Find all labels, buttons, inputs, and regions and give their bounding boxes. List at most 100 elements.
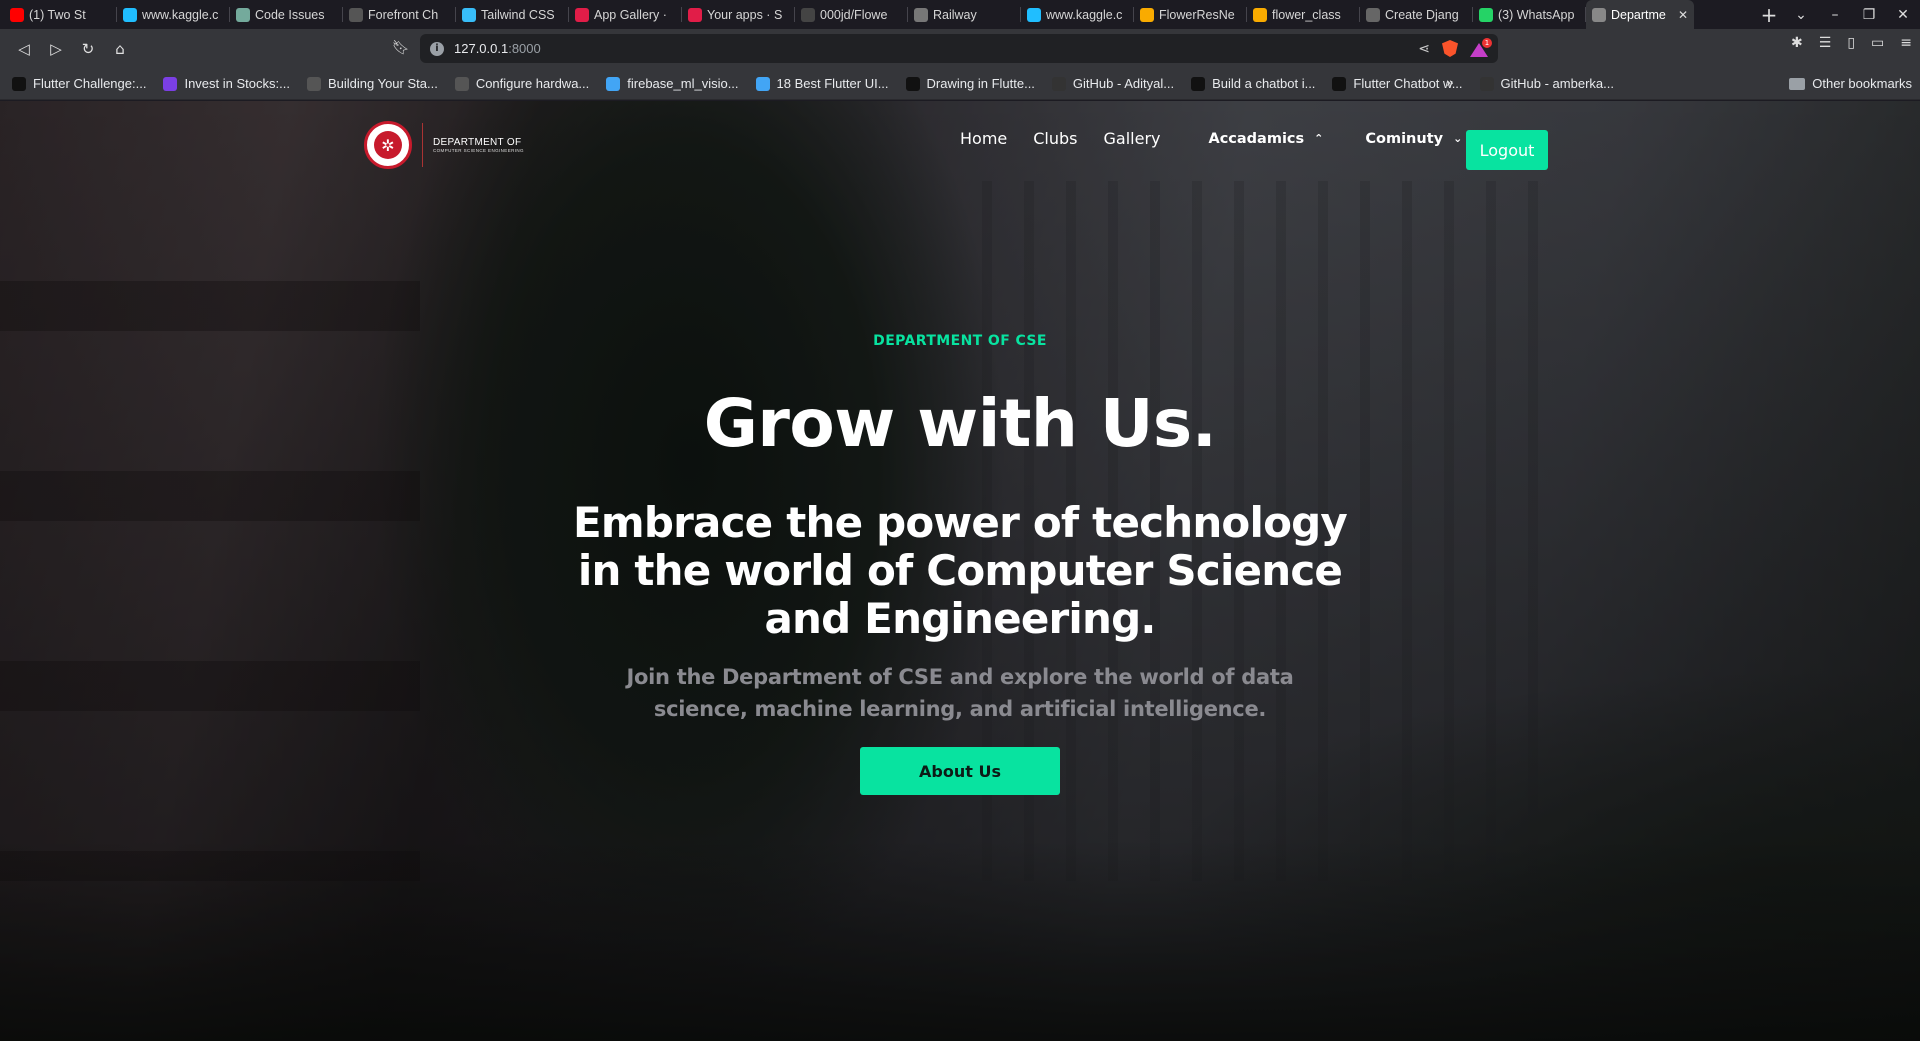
globe-icon <box>306 76 321 91</box>
other-bookmarks[interactable]: Other bookmarks <box>1789 76 1912 91</box>
tab-title: Code Issues <box>255 7 325 22</box>
nav-gallery-link[interactable]: Gallery <box>1104 129 1161 148</box>
browser-tab[interactable]: Code Issues <box>230 0 343 29</box>
bookmark-item[interactable]: Flutter Chatbot w... <box>1332 76 1463 91</box>
logo-text: DEPARTMENT OF COMPUTER SCIENCE ENGINEERI… <box>433 137 524 153</box>
forward-icon[interactable]: ▷ <box>40 33 72 65</box>
site-info-icon[interactable]: i <box>430 41 444 56</box>
forefront-icon <box>349 7 363 22</box>
tab-title: www.kaggle.c <box>1046 7 1123 22</box>
browser-tab[interactable]: www.kaggle.c <box>1021 0 1134 29</box>
reload-icon[interactable]: ↻ <box>72 33 104 65</box>
bookmark-label: Drawing in Flutte... <box>926 76 1035 91</box>
github-icon <box>1479 76 1494 91</box>
browser-tab[interactable]: (3) WhatsApp <box>1473 0 1586 29</box>
chevron-up-icon: ⌃ <box>1314 132 1324 145</box>
extensions-icon[interactable]: ✱ <box>1791 35 1803 51</box>
new-tab-button[interactable]: + <box>1754 0 1784 29</box>
url-text[interactable]: 127.0.0.1:8000 <box>454 41 541 56</box>
browser-tab[interactable]: FlowerResNe <box>1134 0 1247 29</box>
bookmark-item[interactable]: GitHub - amberka... <box>1479 76 1614 91</box>
nav-home-link[interactable]: Home <box>960 129 1007 148</box>
tab-list: (1) Two St www.kaggle.c Code Issues Forefro… <box>0 0 1754 29</box>
tab-title: Tailwind CSS <box>481 7 555 22</box>
bookmark-item[interactable]: firebase_ml_visio... <box>606 76 739 91</box>
hero-description: Join the Department of CSE and explore t… <box>626 665 1294 721</box>
other-bookmarks-label: Other bookmarks <box>1812 76 1912 91</box>
tab-title: Create Djang <box>1385 7 1459 22</box>
nav-community-label: Cominuty <box>1365 130 1444 147</box>
gradient-icon <box>163 76 178 91</box>
bookmark-item[interactable]: 18 Best Flutter UI... <box>755 76 889 91</box>
hero-headline: Grow with Us. <box>703 385 1217 462</box>
bookmark-item[interactable]: Flutter Challenge:... <box>12 76 146 91</box>
folder-icon <box>1789 77 1806 90</box>
sidebar-icon[interactable]: ▯ <box>1847 35 1855 51</box>
video-icon <box>1191 76 1206 91</box>
tab-title: flower_class <box>1272 7 1341 22</box>
more-bookmarks-icon[interactable]: » <box>1446 76 1454 91</box>
logout-button[interactable]: Logout <box>1466 130 1548 170</box>
bookmark-label: Invest in Stocks:... <box>184 76 290 91</box>
colab-icon <box>1253 7 1267 22</box>
main-menu: Home Clubs Gallery Accadamics ⌃ Cominuty… <box>960 129 1462 148</box>
close-window-icon[interactable]: ✕ <box>1886 7 1920 23</box>
kaggle-icon <box>123 7 137 22</box>
browser-tab-strip: (1) Two St www.kaggle.c Code Issues Forefro… <box>0 0 1920 29</box>
wallet-icon[interactable]: ▭ <box>1871 35 1884 51</box>
tab-title: 000jd/Flowe <box>820 7 888 22</box>
chatgpt-icon <box>236 7 250 22</box>
about-us-button[interactable]: About Us <box>860 747 1060 795</box>
bookmark-page-icon[interactable]: 🔖︎ <box>392 40 410 56</box>
bookmark-label: Flutter Challenge:... <box>33 76 147 91</box>
minimize-icon[interactable]: – <box>1818 7 1852 23</box>
bookmark-label: firebase_ml_visio... <box>627 76 739 91</box>
restore-icon[interactable]: ❐ <box>1852 7 1886 23</box>
playlist-icon[interactable]: ☰ <box>1819 35 1832 51</box>
back-icon[interactable]: ◁ <box>8 33 40 65</box>
menu-icon[interactable]: ≡ <box>1900 35 1912 51</box>
logo-line-2: COMPUTER SCIENCE ENGINEERING <box>433 148 524 153</box>
kaggle-icon <box>1027 7 1041 22</box>
browser-tab[interactable]: www.kaggle.c <box>117 0 230 29</box>
bookmark-item[interactable]: Invest in Stocks:... <box>163 76 290 91</box>
nav-clubs-link[interactable]: Clubs <box>1033 129 1077 148</box>
bookmark-item[interactable]: GitHub - Adityal... <box>1051 76 1175 91</box>
bookmark-label: GitHub - Adityal... <box>1072 76 1175 91</box>
logo-divider <box>422 123 423 167</box>
browser-tab[interactable]: flower_class <box>1247 0 1360 29</box>
github-icon <box>1051 76 1066 91</box>
browser-tab-active[interactable]: Departme ✕ <box>1586 0 1694 29</box>
share-icon[interactable]: ⋖ <box>1418 41 1430 57</box>
bookmark-item[interactable]: Configure hardwa... <box>454 76 589 91</box>
browser-tab[interactable]: Your apps · S <box>682 0 795 29</box>
tab-title: (3) WhatsApp <box>1498 7 1575 22</box>
browser-tab[interactable]: Tailwind CSS <box>456 0 569 29</box>
department-logo[interactable]: ✲ DEPARTMENT OF COMPUTER SCIENCE ENGINEE… <box>364 121 524 169</box>
nav-community-dropdown[interactable]: Cominuty ⌄ <box>1365 131 1462 147</box>
bookmark-item[interactable]: Drawing in Flutte... <box>905 76 1035 91</box>
browser-tab[interactable]: Railway <box>908 0 1021 29</box>
logo-line-1: DEPARTMENT OF <box>433 137 522 148</box>
browser-tab[interactable]: (1) Two St <box>4 0 117 29</box>
nav-academics-label: Accadamics <box>1208 130 1305 147</box>
nav-academics-dropdown[interactable]: Accadamics ⌃ <box>1208 131 1323 147</box>
browser-tab[interactable]: Forefront Ch <box>343 0 456 29</box>
bookmark-item[interactable]: Build a chatbot i... <box>1191 76 1315 91</box>
browser-tab[interactable]: 000jd/Flowe <box>795 0 908 29</box>
streamlit-icon <box>688 7 702 22</box>
colab-icon <box>1140 7 1154 22</box>
tab-title: Railway <box>933 7 977 22</box>
github-icon <box>801 7 815 22</box>
tab-search-icon[interactable]: ⌄ <box>1784 7 1818 23</box>
globe-icon <box>454 76 469 91</box>
home-icon[interactable]: ⌂ <box>104 33 136 65</box>
tab-title: Forefront Ch <box>368 7 439 22</box>
close-tab-icon[interactable]: ✕ <box>1678 8 1688 22</box>
brave-rewards-icon[interactable]: 1 <box>1470 37 1492 57</box>
bookmark-item[interactable]: Building Your Sta... <box>306 76 438 91</box>
brave-shields-icon[interactable] <box>1442 40 1458 57</box>
browser-tab[interactable]: App Gallery · <box>569 0 682 29</box>
address-bar[interactable]: i 127.0.0.1:8000 ⋖ 1 <box>420 34 1498 63</box>
browser-tab[interactable]: Create Djang <box>1360 0 1473 29</box>
